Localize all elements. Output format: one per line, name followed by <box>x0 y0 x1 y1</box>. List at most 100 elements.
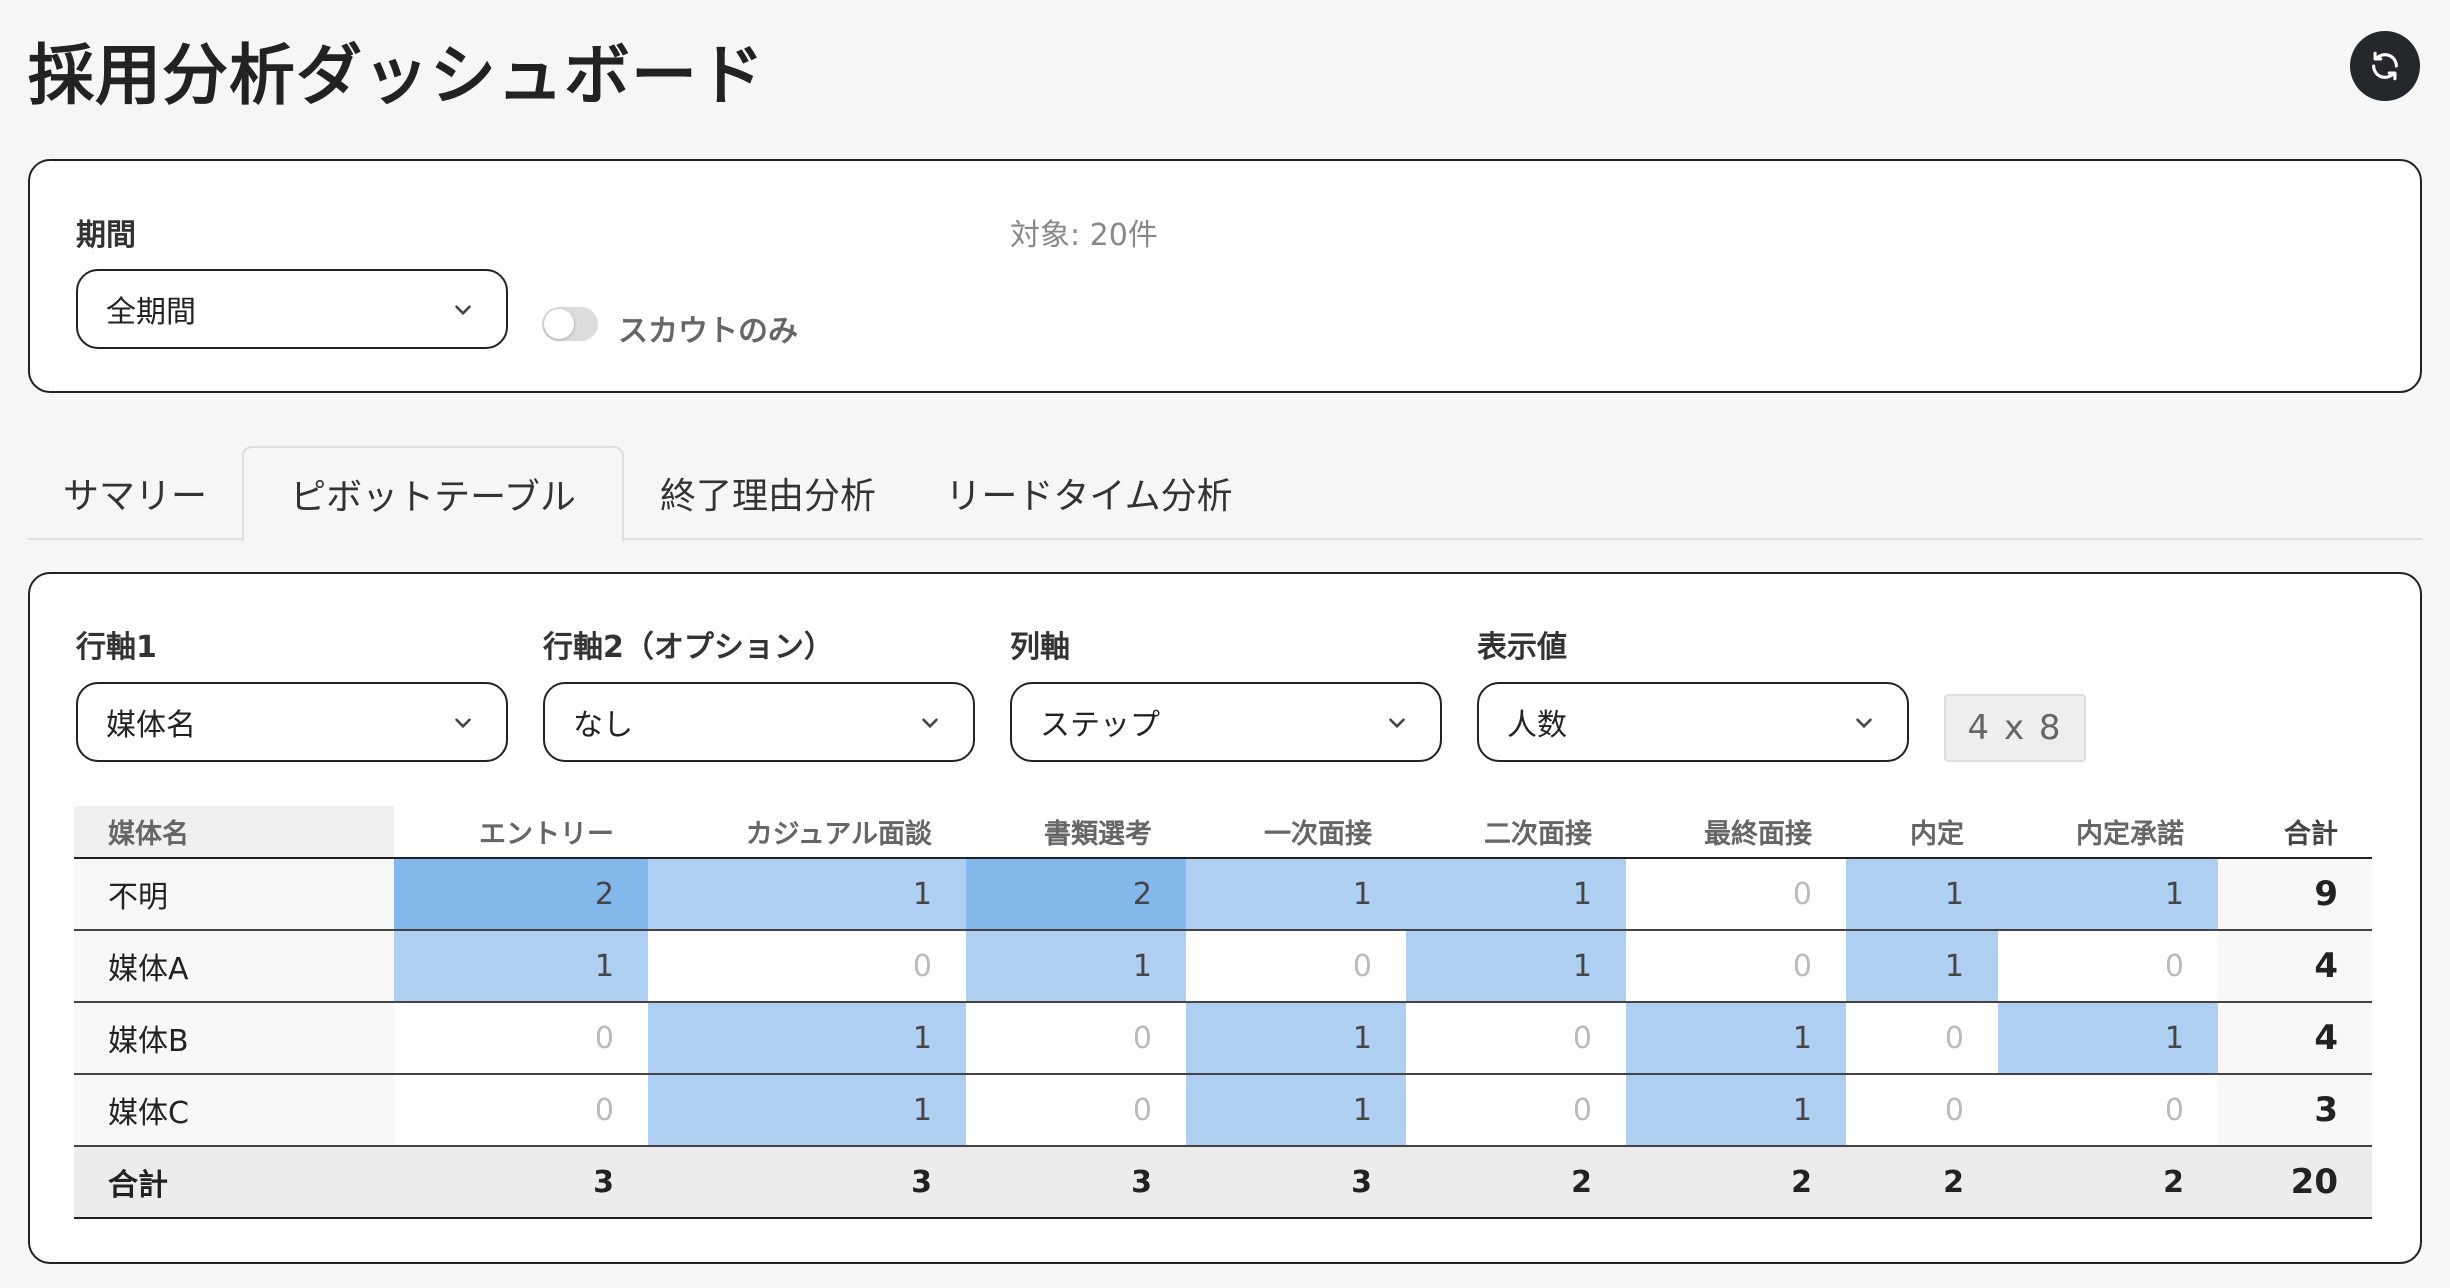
pivot-panel: 行軸1 媒体名 行軸2（オプション） なし 列軸 ステップ 表示値 人数 4 x… <box>28 572 2422 1264</box>
row-total: 9 <box>2218 858 2372 931</box>
row-total: 3 <box>2218 1074 2372 1147</box>
table-cell: 0 <box>966 1002 1186 1075</box>
row-axis1-value: 媒体名 <box>106 708 196 743</box>
period-select[interactable]: 全期間 <box>76 269 508 349</box>
filter-panel: 期間 全期間 スカウトのみ 対象: 20件 <box>28 159 2422 393</box>
table-cell: 1 <box>648 1002 966 1075</box>
scout-only-toggle[interactable] <box>542 307 598 341</box>
table-cell: 1 <box>648 1074 966 1147</box>
table-footer-row: 合計 3 3 3 3 2 2 2 2 20 <box>74 1146 2372 1219</box>
table-cell: 0 <box>1186 930 1406 1003</box>
row-label: 媒体B <box>74 1002 394 1075</box>
row-axis1-select[interactable]: 媒体名 <box>76 682 508 762</box>
table-row: 媒体A 1 0 1 0 1 0 1 0 4 <box>74 930 2372 1003</box>
tab-pivot-table[interactable]: ピボットテーブル <box>242 446 624 542</box>
refresh-icon <box>2372 51 2398 81</box>
table-cell: 1 <box>1186 1074 1406 1147</box>
row-axis2-label: 行軸2（オプション） <box>543 630 834 665</box>
table-row: 媒体C 0 1 0 1 0 1 0 0 3 <box>74 1074 2372 1147</box>
column-header: カジュアル面談 <box>648 806 966 859</box>
table-cell: 1 <box>1626 1002 1846 1075</box>
column-total: 2 <box>1998 1146 2218 1219</box>
table-cell: 1 <box>966 930 1186 1003</box>
row-axis2-value: なし <box>573 708 633 743</box>
table-cell: 2 <box>966 858 1186 931</box>
scout-only-label: スカウトのみ <box>618 314 798 349</box>
table-cell: 1 <box>1998 858 2218 931</box>
table-cell: 0 <box>1626 858 1846 931</box>
table-cell: 0 <box>1406 1074 1626 1147</box>
table-cell: 1 <box>394 930 648 1003</box>
column-header: 書類選考 <box>966 806 1186 859</box>
row-axis2-select[interactable]: なし <box>543 682 975 762</box>
table-cell: 0 <box>1998 1074 2218 1147</box>
table-row: 媒体B 0 1 0 1 0 1 0 1 4 <box>74 1002 2372 1075</box>
tab-lead-time[interactable]: リードタイム分析 <box>912 446 1266 540</box>
row-total: 4 <box>2218 1002 2372 1075</box>
table-cell: 2 <box>394 858 648 931</box>
page-title: 採用分析ダッシュボード <box>28 37 765 114</box>
row-label: 不明 <box>74 858 394 931</box>
column-header: 内定 <box>1846 806 1998 859</box>
table-cell: 0 <box>1846 1074 1998 1147</box>
table-row: 不明 2 1 2 1 1 0 1 1 9 <box>74 858 2372 931</box>
tab-summary[interactable]: サマリー <box>28 446 242 540</box>
column-axis-value: ステップ <box>1040 708 1160 743</box>
table-cell: 0 <box>1846 1002 1998 1075</box>
tab-bar: サマリー ピボットテーブル 終了理由分析 リードタイム分析 <box>28 446 2422 542</box>
table-cell: 1 <box>1846 858 1998 931</box>
table-cell: 1 <box>1406 930 1626 1003</box>
display-value-label: 表示値 <box>1477 630 1567 665</box>
grand-total: 20 <box>2218 1146 2372 1219</box>
column-axis-label: 列軸 <box>1010 630 1070 665</box>
period-label: 期間 <box>76 218 136 253</box>
dimension-badge: 4 x 8 <box>1944 694 2086 762</box>
chevron-down-icon <box>1856 718 1872 729</box>
display-value-select[interactable]: 人数 <box>1477 682 1909 762</box>
table-cell: 1 <box>1998 1002 2218 1075</box>
table-cell: 0 <box>394 1002 648 1075</box>
column-header: 二次面接 <box>1406 806 1626 859</box>
row-total: 4 <box>2218 930 2372 1003</box>
table-cell: 0 <box>648 930 966 1003</box>
column-total: 3 <box>648 1146 966 1219</box>
footer-label: 合計 <box>74 1146 394 1219</box>
row-label: 媒体A <box>74 930 394 1003</box>
column-header: 一次面接 <box>1186 806 1406 859</box>
chevron-down-icon <box>455 305 471 316</box>
column-total: 3 <box>394 1146 648 1219</box>
table-cell: 1 <box>1186 858 1406 931</box>
table-cell: 0 <box>1998 930 2218 1003</box>
table-cell: 1 <box>1186 1002 1406 1075</box>
table-cell: 0 <box>1626 930 1846 1003</box>
table-cell: 1 <box>1406 858 1626 931</box>
display-value-value: 人数 <box>1507 708 1567 743</box>
target-count: 対象: 20件 <box>1010 218 1158 253</box>
column-header: 内定承諾 <box>1998 806 2218 859</box>
period-select-value: 全期間 <box>106 295 196 330</box>
toggle-knob <box>544 309 574 339</box>
row-header: 媒体名 <box>74 806 394 859</box>
table-header-row: 媒体名 エントリー カジュアル面談 書類選考 一次面接 二次面接 最終面接 内定… <box>74 806 2372 859</box>
column-header: 最終面接 <box>1626 806 1846 859</box>
column-total: 2 <box>1846 1146 1998 1219</box>
pivot-table: 媒体名 エントリー カジュアル面談 書類選考 一次面接 二次面接 最終面接 内定… <box>74 806 2372 1219</box>
table-cell: 1 <box>1846 930 1998 1003</box>
chevron-down-icon <box>922 718 938 729</box>
column-total: 2 <box>1626 1146 1846 1219</box>
refresh-button[interactable] <box>2350 31 2420 101</box>
column-total: 2 <box>1406 1146 1626 1219</box>
tab-exit-reason[interactable]: 終了理由分析 <box>624 446 912 540</box>
column-header: エントリー <box>394 806 648 859</box>
chevron-down-icon <box>1389 718 1405 729</box>
row-label: 媒体C <box>74 1074 394 1147</box>
column-axis-select[interactable]: ステップ <box>1010 682 1442 762</box>
row-axis1-label: 行軸1 <box>76 630 157 665</box>
table-cell: 0 <box>966 1074 1186 1147</box>
column-total: 3 <box>966 1146 1186 1219</box>
table-cell: 0 <box>394 1074 648 1147</box>
table-cell: 1 <box>648 858 966 931</box>
chevron-down-icon <box>455 718 471 729</box>
column-total: 3 <box>1186 1146 1406 1219</box>
table-cell: 1 <box>1626 1074 1846 1147</box>
